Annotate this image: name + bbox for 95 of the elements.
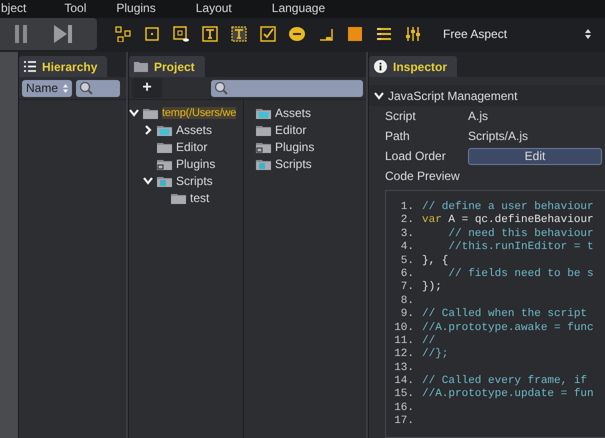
code-line: }, { xyxy=(422,254,448,268)
chevron-down-icon[interactable] xyxy=(374,90,384,100)
property-label: Script xyxy=(385,109,417,123)
file-item[interactable]: Scripts xyxy=(275,156,312,170)
menu-item[interactable]: Plugins xyxy=(116,1,156,15)
list-icon[interactable] xyxy=(376,26,392,42)
square-icon[interactable] xyxy=(347,26,363,42)
folder-icon xyxy=(256,158,271,170)
code-line: }); xyxy=(422,281,442,295)
tree-item[interactable]: Editor xyxy=(176,140,208,154)
pause-icon[interactable] xyxy=(14,25,28,43)
search-field[interactable] xyxy=(211,80,363,96)
list-icon xyxy=(24,61,36,72)
code-line: // define a user behaviour xyxy=(422,201,594,214)
line-number: 13. xyxy=(393,362,414,376)
folder-icon xyxy=(143,106,158,118)
line-number: 3. xyxy=(400,228,414,242)
code-line: // xyxy=(422,334,436,348)
folder-icon xyxy=(256,124,271,136)
aspect-dropdown[interactable]: Free Aspect xyxy=(443,27,591,41)
menu-item[interactable]: bject xyxy=(1,1,26,15)
step-forward-icon[interactable] xyxy=(54,25,72,43)
folder-icon xyxy=(171,192,186,204)
tree-item[interactable]: Scripts xyxy=(176,174,213,188)
tree-item[interactable]: temp(/Users/we xyxy=(162,106,236,118)
tree-item[interactable]: Assets xyxy=(176,122,212,136)
line-number: 12. xyxy=(393,348,414,362)
line-number: 2. xyxy=(400,214,414,228)
tree-item[interactable]: Plugins xyxy=(176,156,216,170)
property-label: Load Order xyxy=(385,149,447,163)
property-value: Scripts/A.js xyxy=(468,129,528,143)
line-number: 11. xyxy=(393,334,414,348)
section-title: JavaScript Management xyxy=(388,88,518,102)
chevron-down-icon[interactable] xyxy=(143,176,153,186)
code-line: var A = qc.defineBehaviour xyxy=(422,214,594,228)
updown-caret-icon xyxy=(63,84,68,92)
updown-caret-icon xyxy=(585,29,591,39)
menu-item[interactable]: Tool xyxy=(64,1,86,15)
chevron-down-icon[interactable] xyxy=(129,108,139,118)
folder-icon xyxy=(157,124,172,136)
line-number: 14. xyxy=(393,375,414,388)
property-label: Path xyxy=(385,129,411,143)
search-field[interactable] xyxy=(76,80,120,96)
line-number: 6. xyxy=(400,268,414,282)
frame-eye-icon[interactable] xyxy=(173,26,189,42)
search-icon xyxy=(79,81,93,95)
file-item[interactable]: Assets xyxy=(275,106,312,120)
add-button[interactable]: + xyxy=(132,78,162,98)
line-number: 9. xyxy=(400,308,414,322)
sliders-icon[interactable] xyxy=(405,26,421,42)
folder-icon xyxy=(157,174,172,186)
menu-item[interactable]: Language xyxy=(272,1,326,15)
code-line: // Called when the script xyxy=(422,308,588,322)
folder-icon xyxy=(157,140,172,152)
line-number: 15. xyxy=(393,388,414,402)
file-item[interactable]: Editor xyxy=(275,122,306,136)
code-line: //A.prototype.update = fun xyxy=(422,388,594,402)
code-line: // Called every frame, if xyxy=(422,375,588,388)
code-line: // fields need to be s xyxy=(447,268,594,282)
line-number: 8. xyxy=(400,294,414,308)
code-line: //A.prototype.awake = func xyxy=(422,322,594,335)
chevron-right-icon[interactable] xyxy=(143,124,153,134)
line-number: 16. xyxy=(393,402,414,416)
code-line: // need this behaviour xyxy=(447,228,594,241)
search-icon xyxy=(214,81,228,95)
line-number: 5. xyxy=(400,254,414,268)
property-value: A.js xyxy=(468,109,488,123)
menu-item[interactable]: Layout xyxy=(196,1,232,15)
file-item[interactable]: Plugins xyxy=(275,140,314,154)
frame-icon[interactable] xyxy=(144,26,160,42)
checkbox-icon[interactable] xyxy=(260,26,276,42)
info-icon xyxy=(374,60,387,73)
panel-tab[interactable]: Project xyxy=(129,56,205,77)
panel-tab[interactable]: Inspector xyxy=(369,56,458,77)
code-line: //}; xyxy=(422,348,448,362)
ok-button-icon[interactable] xyxy=(289,26,305,42)
folder-icon xyxy=(256,140,271,152)
corner-icon[interactable] xyxy=(318,26,334,42)
nodes-icon[interactable] xyxy=(115,26,131,42)
panel-tab[interactable]: Hierarchy xyxy=(19,56,108,77)
sort-dropdown[interactable]: Name xyxy=(22,80,72,96)
code-line: //this.runInEditor = t xyxy=(448,241,594,255)
line-number: 7. xyxy=(400,281,414,295)
line-number: 10. xyxy=(393,322,414,335)
line-number: 1. xyxy=(400,201,414,214)
folder-icon xyxy=(157,158,172,170)
folder-icon xyxy=(134,61,148,72)
property-label: Code Preview xyxy=(385,169,460,183)
tree-item[interactable]: test xyxy=(190,190,210,204)
text-icon[interactable] xyxy=(202,26,218,42)
line-number: 17. xyxy=(393,415,414,429)
text-field-icon[interactable] xyxy=(231,26,247,42)
folder-icon xyxy=(256,106,271,118)
edit-button[interactable]: Edit xyxy=(468,148,602,164)
line-number: 4. xyxy=(400,241,414,255)
